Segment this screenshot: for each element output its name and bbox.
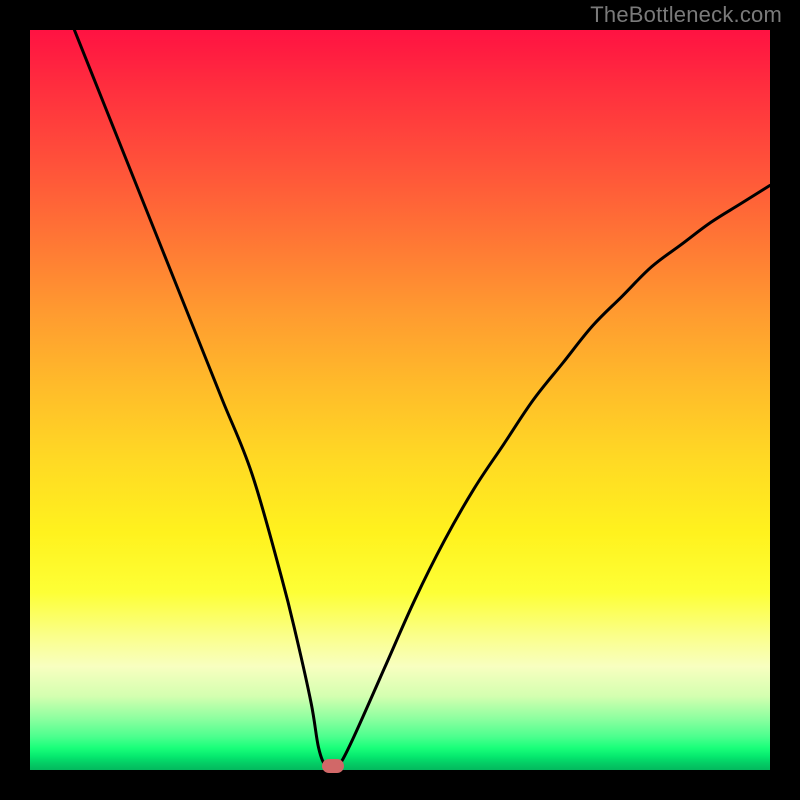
watermark-text: TheBottleneck.com	[590, 2, 782, 28]
curve-svg	[30, 30, 770, 770]
optimum-marker	[322, 759, 344, 773]
chart-container: TheBottleneck.com	[0, 0, 800, 800]
plot-area	[30, 30, 770, 770]
bottleneck-curve	[74, 30, 770, 768]
